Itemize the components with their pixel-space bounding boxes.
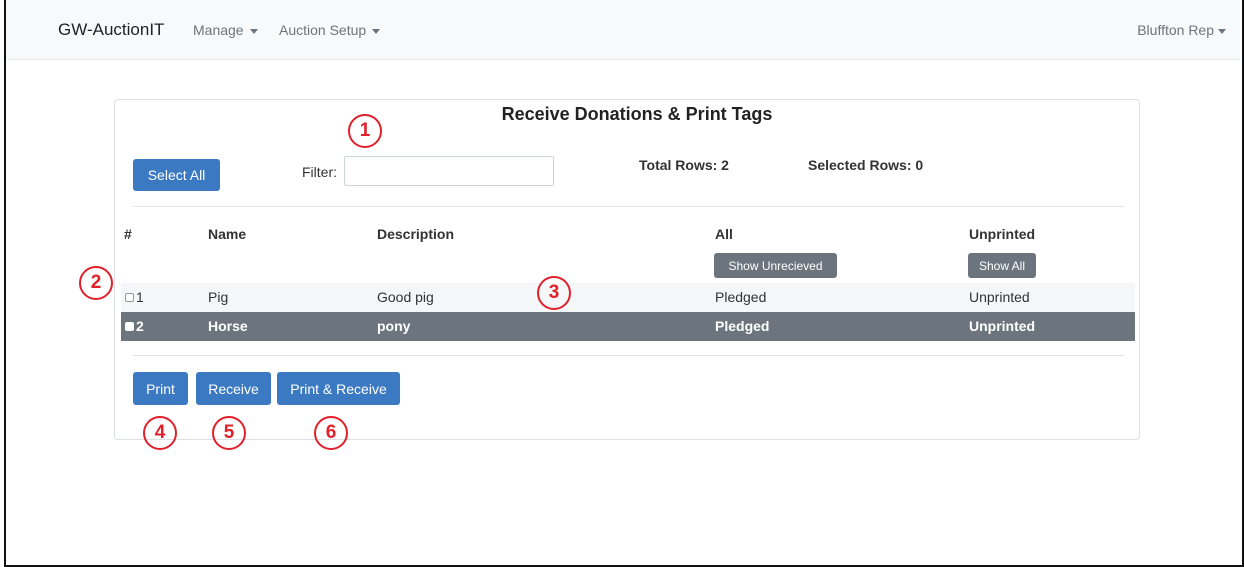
row-name: Horse (208, 318, 248, 334)
column-header-description: Description (377, 226, 455, 242)
row-description: Good pig (377, 289, 434, 305)
show-all-button[interactable]: Show All (968, 253, 1036, 278)
page-title: Receive Donations & Print Tags (501, 104, 773, 124)
column-header-number: # (124, 226, 132, 242)
row-print-status: Unprinted (969, 289, 1030, 305)
row-name: Pig (208, 289, 229, 305)
print-button[interactable]: Print (133, 372, 188, 405)
chevron-down-icon (249, 28, 258, 34)
chevron-down-icon (372, 28, 381, 34)
show-unreceived-button[interactable]: Show Unrecieved (714, 253, 837, 278)
row-number: 2 (136, 318, 144, 334)
table-row[interactable]: 1 Pig Good pig Pledged Unprinted (121, 283, 1135, 312)
column-header-name: Name (208, 226, 247, 242)
column-header-status: All (715, 226, 733, 242)
total-rows-count: Total Rows: 2 (639, 157, 729, 173)
annotation-marker-6: 6 (314, 416, 348, 450)
divider (133, 355, 1125, 356)
annotation-marker-4: 4 (143, 416, 177, 450)
chevron-down-icon (1218, 28, 1226, 34)
receive-button[interactable]: Receive (196, 372, 271, 405)
selected-rows-count: Selected Rows: 0 (808, 157, 924, 173)
nav-auction-setup-menu[interactable]: Auction Setup (279, 22, 381, 38)
user-menu[interactable]: Bluffton Rep (1137, 22, 1226, 38)
column-header-print-status: Unprinted (969, 226, 1036, 242)
row-checkbox[interactable] (125, 322, 134, 331)
nav-auction-setup-label: Auction Setup (279, 22, 367, 38)
row-status: Pledged (715, 289, 767, 305)
annotation-marker-2: 2 (79, 266, 113, 300)
row-number: 1 (136, 289, 144, 305)
annotation-marker-5: 5 (212, 416, 246, 450)
filter-label: Filter: (302, 164, 337, 180)
row-status: Pledged (715, 318, 770, 334)
table-row-selected[interactable]: 2 Horse pony Pledged Unprinted (121, 312, 1135, 341)
nav-manage-menu[interactable]: Manage (193, 22, 258, 38)
row-checkbox[interactable] (125, 293, 134, 302)
print-and-receive-button[interactable]: Print & Receive (277, 372, 400, 405)
annotation-marker-1: 1 (348, 114, 382, 148)
nav-manage-label: Manage (193, 22, 244, 38)
filter-input[interactable] (344, 156, 554, 186)
divider (133, 206, 1125, 207)
receive-donations-card: Receive Donations & Print Tags Select Al… (114, 99, 1140, 440)
brand-logo[interactable]: GW-AuctionIT (58, 20, 164, 40)
row-print-status: Unprinted (969, 318, 1036, 334)
annotation-marker-3: 3 (537, 276, 571, 310)
row-description: pony (377, 318, 411, 334)
top-navbar: GW-AuctionIT Manage Auction Setup Blufft… (6, 0, 1240, 60)
select-all-button[interactable]: Select All (133, 159, 220, 191)
user-name: Bluffton Rep (1137, 22, 1214, 38)
